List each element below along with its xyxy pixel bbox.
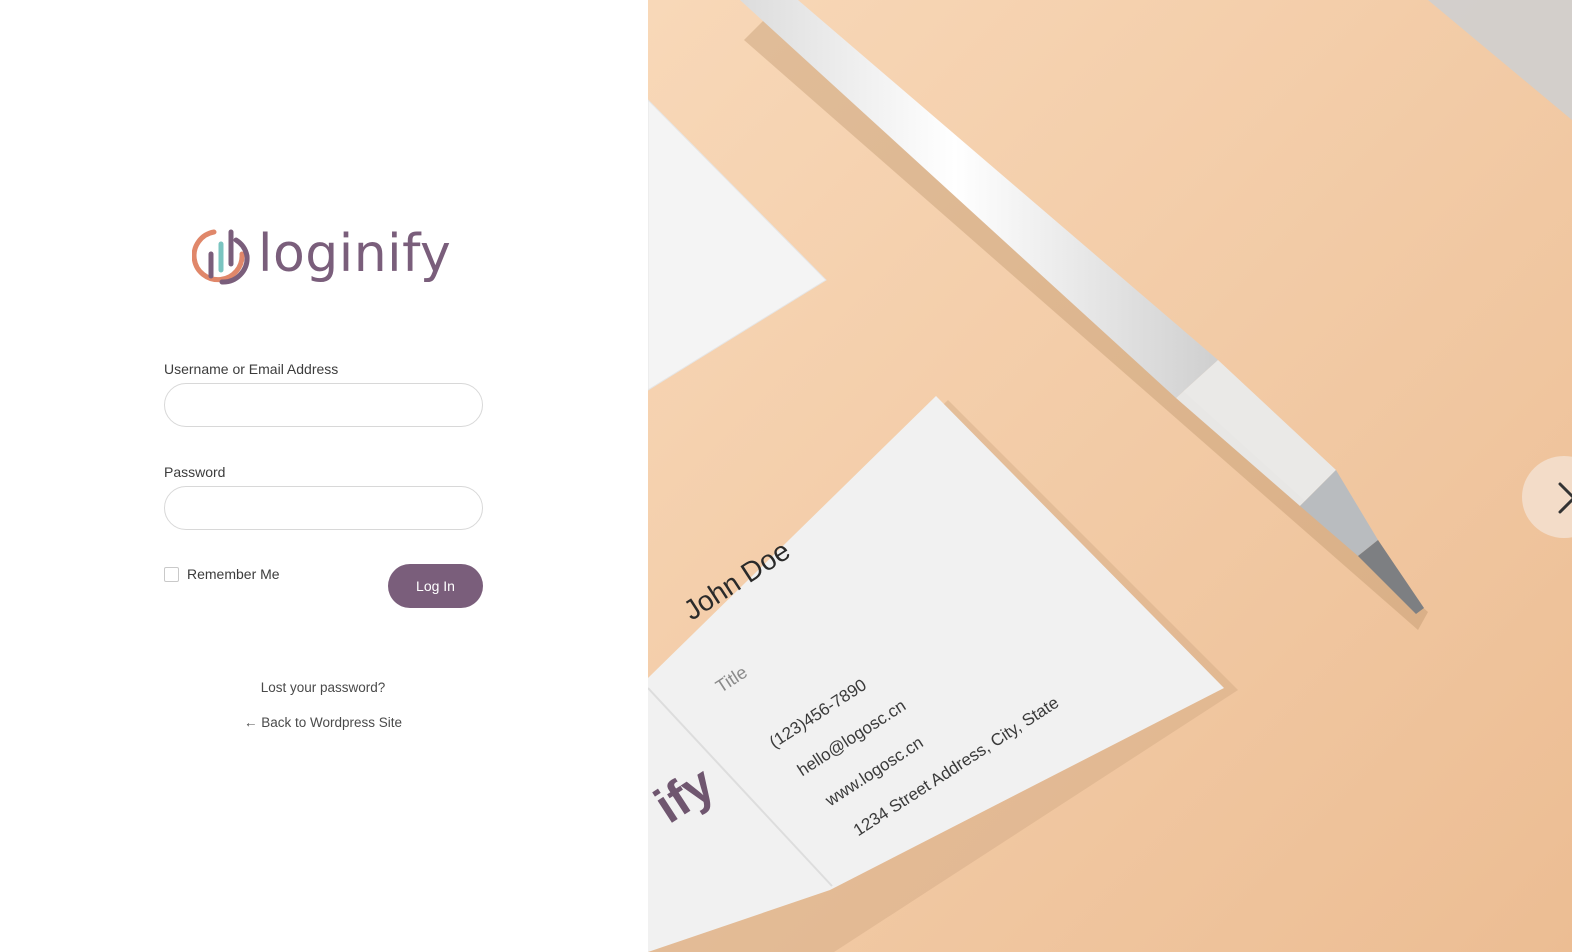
password-input[interactable]: [164, 486, 483, 530]
remember-me-label[interactable]: Remember Me: [187, 566, 280, 582]
lost-password-link[interactable]: Lost your password?: [0, 680, 646, 695]
password-label: Password: [164, 464, 226, 480]
remember-me-row[interactable]: Remember Me: [164, 566, 280, 582]
hero-illustration: [648, 0, 1572, 952]
chevron-right-icon: [1558, 482, 1572, 514]
brand-logo: loginify: [192, 222, 462, 292]
username-label: Username or Email Address: [164, 361, 339, 377]
login-panel: loginify Username or Email Address Passw…: [0, 0, 648, 952]
remember-me-checkbox[interactable]: [164, 566, 179, 582]
brand-name: loginify: [258, 224, 452, 284]
hero-image: John Doe Title (123)456-7890 hello@logos…: [648, 0, 1572, 952]
logo-mark-icon: [192, 229, 250, 285]
login-button[interactable]: Log In: [388, 564, 483, 608]
username-input[interactable]: [164, 383, 483, 427]
back-to-site-link[interactable]: ← Back to Wordpress Site: [0, 715, 646, 730]
